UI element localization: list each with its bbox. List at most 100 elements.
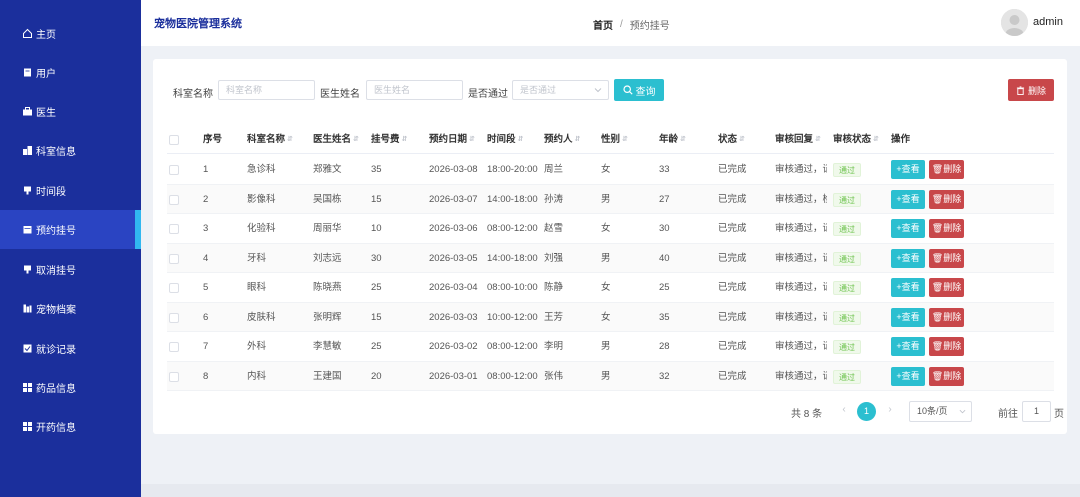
sidebar-item-9[interactable]: 药品信息 <box>0 368 141 407</box>
column-header[interactable]: 审核回复 ⇵ <box>775 126 821 154</box>
cell-time: 18:00-20:00 <box>487 164 538 175</box>
pagination-prev-button[interactable]: ‹ <box>837 402 851 418</box>
view-button[interactable]: +查看 <box>891 366 925 386</box>
sidebar-item-1[interactable]: 用户 <box>0 53 141 92</box>
view-button[interactable]: +查看 <box>891 160 925 179</box>
row-checkbox[interactable] <box>169 224 179 234</box>
cell-fee: 15 <box>371 193 382 205</box>
cell-dept: 牙科 <box>247 252 267 264</box>
row-checkbox[interactable] <box>169 165 179 175</box>
cell-age: 33 <box>659 164 670 175</box>
sort-icon[interactable]: ⇵ <box>739 126 745 154</box>
delete-button[interactable]: 🗑删除 <box>929 160 964 179</box>
delete-button[interactable]: 🗑删除 <box>929 337 964 356</box>
cell-fee: 35 <box>371 164 382 175</box>
trash-icon: 🗑 <box>931 164 944 174</box>
cell-reply: 审核通过，请 <box>775 341 827 352</box>
column-header[interactable]: 时间段 ⇵ <box>487 126 523 154</box>
avatar[interactable] <box>1001 9 1028 36</box>
cell-status: 已完成 <box>718 164 747 175</box>
select-all-checkbox[interactable] <box>169 135 179 145</box>
row-checkbox[interactable] <box>169 283 179 293</box>
cell-status: 已完成 <box>718 282 747 293</box>
sort-icon[interactable]: ⇵ <box>353 126 359 154</box>
delete-button[interactable]: 🗑删除 <box>929 278 964 297</box>
column-header[interactable]: 科室名称 ⇵ <box>247 126 293 154</box>
cell-fee: 25 <box>371 341 382 352</box>
breadcrumb-home[interactable]: 首页 <box>593 17 613 32</box>
cell-fee: 25 <box>371 282 382 293</box>
sidebar-item-6[interactable]: 取消挂号 <box>0 250 141 289</box>
pagination-goto-unit: 页 <box>1054 409 1064 420</box>
delete-button[interactable]: 🗑删除 <box>929 366 964 386</box>
pagination-goto-label: 前往 <box>998 409 1018 420</box>
chevron-down-icon <box>594 88 602 93</box>
sort-icon[interactable]: ⇵ <box>518 126 524 154</box>
sidebar-item-5[interactable]: 预约挂号 <box>0 210 141 249</box>
column-header[interactable]: 状态 ⇵ <box>718 126 745 154</box>
sidebar-item-7[interactable]: 宠物档案 <box>0 289 141 328</box>
delete-button-label: 删除 <box>943 282 962 292</box>
sort-icon[interactable]: ⇵ <box>287 126 293 154</box>
delete-button[interactable]: 🗑删除 <box>929 219 964 238</box>
sort-icon[interactable]: ⇵ <box>402 126 408 154</box>
batch-delete-button[interactable]: 删除 <box>1008 79 1054 101</box>
cell-no: 3 <box>203 223 209 234</box>
delete-button[interactable]: 🗑删除 <box>929 248 964 268</box>
user-name[interactable]: admin <box>1033 16 1063 28</box>
sort-icon[interactable]: ⇵ <box>575 126 581 154</box>
cell-date: 2026-03-03 <box>429 311 478 323</box>
sidebar-item-label: 时间段 <box>36 187 66 198</box>
column-header[interactable]: 医生姓名 ⇵ <box>313 126 359 154</box>
cell-date: 2026-03-05 <box>429 252 478 264</box>
column-header[interactable]: 预约日期 ⇵ <box>429 126 475 154</box>
column-header[interactable]: 性别 ⇵ <box>601 126 628 154</box>
row-checkbox[interactable] <box>169 253 179 264</box>
sort-icon[interactable]: ⇵ <box>469 126 475 154</box>
view-button[interactable]: +查看 <box>891 189 925 209</box>
view-button[interactable]: +查看 <box>891 219 925 238</box>
column-header[interactable]: 审核状态 ⇵ <box>833 126 879 154</box>
sidebar-item-10[interactable]: 开药信息 <box>0 407 141 446</box>
row-checkbox[interactable] <box>169 312 179 323</box>
app-title: 宠物医院管理系统 <box>154 18 242 30</box>
page-size-select[interactable]: 10条/页 <box>909 401 972 422</box>
cell-gender: 男 <box>601 341 611 352</box>
view-button-label: 查看 <box>901 370 920 381</box>
column-header[interactable]: 挂号费 ⇵ <box>371 126 407 154</box>
sidebar-item-4[interactable]: 时间段 <box>0 171 141 210</box>
sidebar-item-0[interactable]: 主页 <box>0 14 141 53</box>
cell-person: 王芳 <box>544 311 564 323</box>
doctor-filter-input[interactable] <box>366 80 463 100</box>
sort-icon[interactable]: ⇵ <box>680 126 686 154</box>
sort-icon[interactable]: ⇵ <box>873 126 879 154</box>
column-header[interactable]: 年龄 ⇵ <box>659 126 686 154</box>
query-button[interactable]: 查询 <box>614 79 664 101</box>
doctor-filter-label: 医生姓名 <box>320 89 360 100</box>
sidebar-item-3[interactable]: 科室信息 <box>0 131 141 170</box>
pagination-next-button[interactable]: › <box>883 402 897 418</box>
cell-time: 10:00-12:00 <box>487 311 538 323</box>
row-checkbox[interactable] <box>169 342 179 352</box>
pagination-goto-input[interactable]: 1 <box>1022 401 1051 422</box>
cell-gender: 女 <box>601 164 611 175</box>
view-button[interactable]: +查看 <box>891 278 925 297</box>
sidebar-item-label: 医生 <box>36 108 56 119</box>
delete-button[interactable]: 🗑删除 <box>929 307 964 327</box>
column-header[interactable]: 预约人 ⇵ <box>544 126 580 154</box>
sidebar-item-2[interactable]: 医生 <box>0 92 141 131</box>
delete-button[interactable]: 🗑删除 <box>929 189 964 209</box>
cell-reply: 审核通过，请 <box>775 370 827 382</box>
sort-icon[interactable]: ⇵ <box>622 126 628 154</box>
view-button[interactable]: +查看 <box>891 337 925 356</box>
view-button[interactable]: +查看 <box>891 248 925 268</box>
passed-filter-select[interactable]: 是否通过 <box>512 80 609 100</box>
pagination-page-1[interactable]: 1 <box>857 402 876 421</box>
dept-filter-input[interactable] <box>218 80 315 100</box>
cell-person: 陈静 <box>544 282 564 293</box>
view-button[interactable]: +查看 <box>891 307 925 327</box>
row-checkbox[interactable] <box>169 371 179 382</box>
sort-icon[interactable]: ⇵ <box>815 126 821 154</box>
sidebar-item-8[interactable]: 就诊记录 <box>0 329 141 368</box>
row-checkbox[interactable] <box>169 194 179 205</box>
